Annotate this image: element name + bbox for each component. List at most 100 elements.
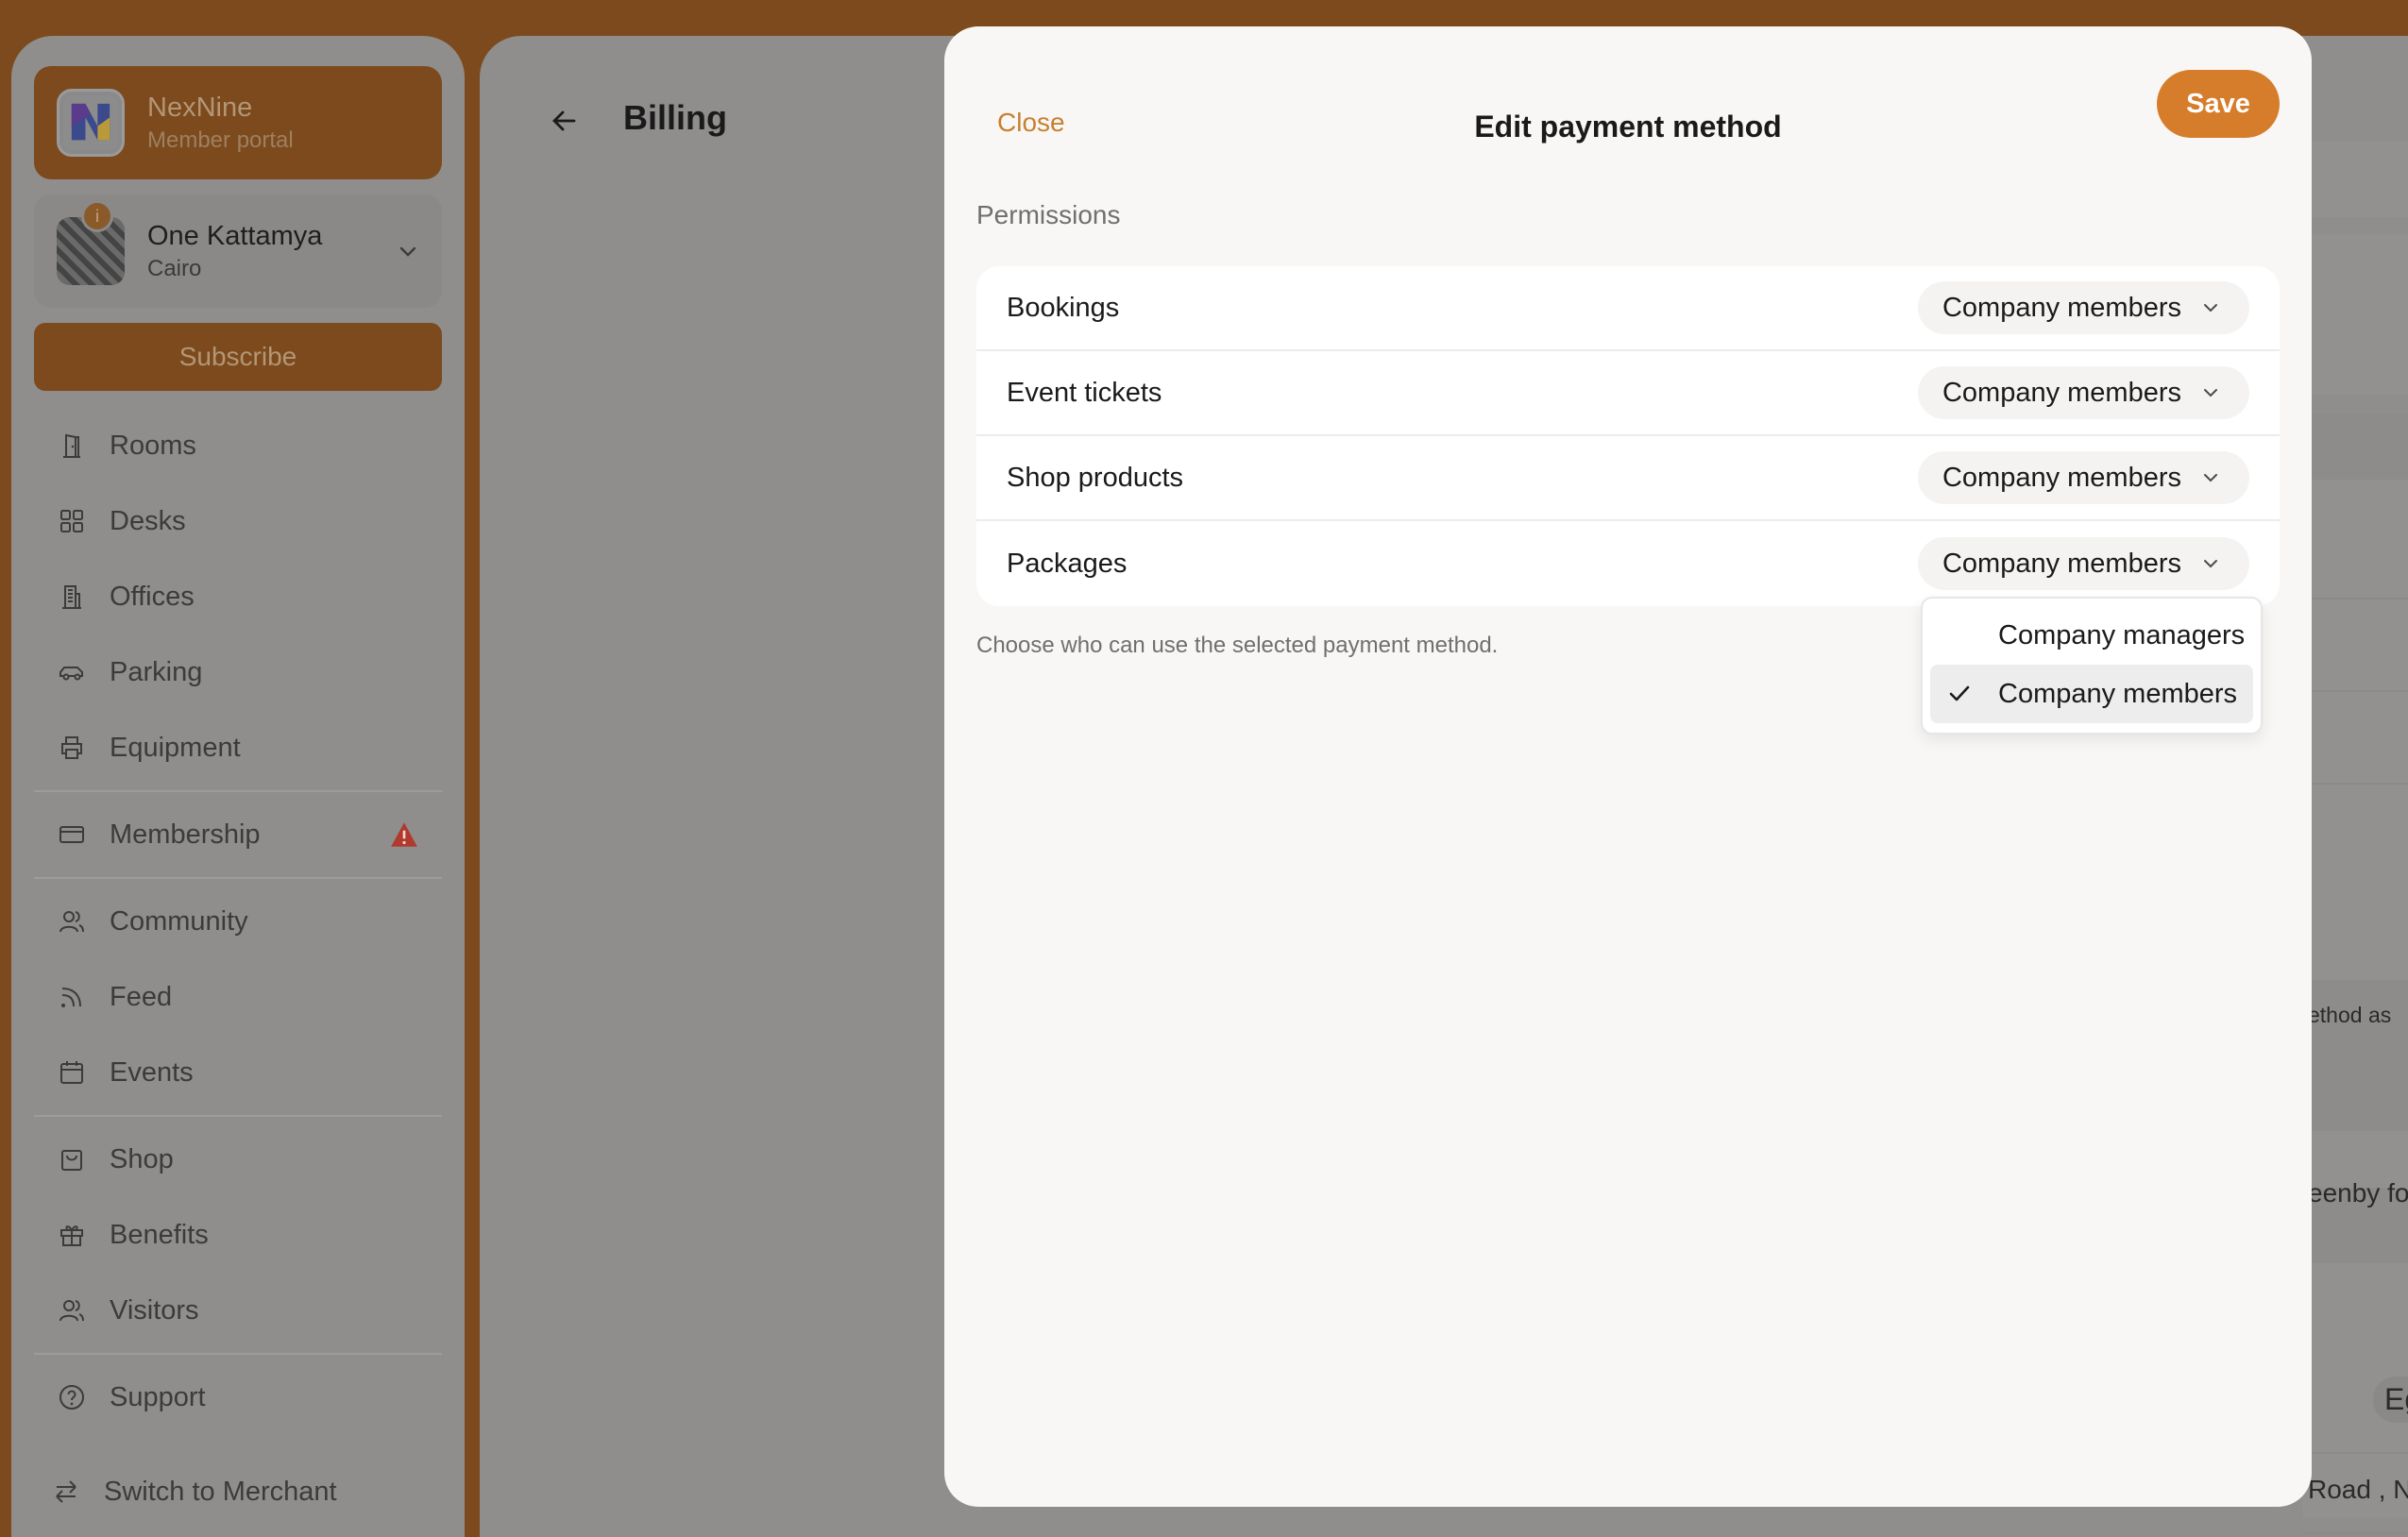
permission-select-event-tickets[interactable]: Company members [1917,366,2249,419]
grid-icon [60,510,83,532]
sidebar-item-label: Support [110,1381,206,1412]
chevron-down-icon [399,246,416,257]
edit-payment-modal: Close Edit payment method Save Permissio… [944,26,2312,1507]
brand-card[interactable]: NexNine Member portal [34,66,442,179]
permission-label: Event tickets [1007,377,1162,408]
bg-divider [2302,1452,2408,1454]
location-name: One Kattamya [147,220,323,251]
nav-divider [34,1115,442,1117]
bg-divider [2302,783,2408,785]
permission-label: Packages [1007,548,1128,579]
brand-subtitle: Member portal [147,127,294,153]
sidebar-item-label: Desks [110,505,186,536]
sidebar-item-label: Switch to Merchant [104,1476,337,1507]
save-button[interactable]: Save [2157,70,2280,138]
permission-dropdown-menu: Company managers Company members [1921,597,2263,735]
printer-icon [61,736,82,759]
sidebar-item-label: Feed [110,981,173,1012]
sidebar-item-parking[interactable]: Parking [34,634,442,710]
bg-divider [2302,690,2408,692]
sidebar-item-benefits[interactable]: Benefits [34,1197,442,1273]
bg-panel [2302,142,2408,217]
chevron-down-icon [2204,389,2217,397]
permission-row-event-tickets: Event tickets Company members [976,351,2280,436]
select-value: Company members [1942,548,2181,579]
credit-card-icon [59,826,84,843]
permission-label: Bookings [1007,292,1120,323]
sidebar-item-label: Equipment [110,732,241,763]
select-value: Company members [1942,292,2181,323]
warning-icon [391,822,417,847]
bg-text: Road , N [2308,1475,2408,1504]
car-icon [59,667,83,681]
calendar-icon [60,1061,83,1084]
chevron-down-icon [2204,304,2217,312]
sidebar-item-offices[interactable]: Offices [34,559,442,634]
sidebar-item-label: Visitors [110,1294,199,1326]
sidebar-nav: Rooms Desks Offices Parking Equipment Me… [34,408,442,1529]
section-label: Permissions [976,200,1121,229]
sidebar-item-community[interactable]: Community [34,884,442,959]
permission-select-bookings[interactable]: Company members [1917,281,2249,334]
dropdown-option-company-managers[interactable]: Company managers [1930,606,2253,665]
sidebar-item-label: Parking [110,656,203,687]
location-switcher[interactable]: i One Kattamya Cairo [34,194,442,308]
rss-icon [61,988,81,1007]
permission-row-bookings: Bookings Company members [976,266,2280,351]
nav-divider [34,877,442,879]
permission-row-packages: Packages Company members [976,521,2280,606]
help-circle-icon [59,1385,84,1410]
back-arrow-icon[interactable] [548,104,582,138]
sidebar-item-label: Events [110,1056,194,1088]
permissions-card: Bookings Company members Event tickets C… [976,266,2280,606]
checkmark-icon [1949,685,1970,701]
sidebar-item-label: Community [110,905,248,937]
bg-panel [2302,234,2408,395]
nav-divider [34,1353,442,1355]
modal-title: Edit payment method [1474,110,1782,144]
visitors-icon [59,1300,84,1322]
sidebar-item-events[interactable]: Events [34,1035,442,1110]
sidebar: NexNine Member portal i One Kattamya Cai… [11,36,465,1537]
sidebar-item-membership[interactable]: Membership [34,797,442,872]
shopping-bag-icon [61,1150,82,1171]
permission-select-packages[interactable]: Company members [1917,537,2249,590]
subscribe-button[interactable]: Subscribe [34,323,442,391]
nav-divider [34,790,442,792]
bg-text: eenby fo [2308,1178,2408,1208]
dropdown-option-company-members[interactable]: Company members [1930,665,2253,723]
sidebar-item-desks[interactable]: Desks [34,483,442,559]
bg-divider [2302,598,2408,600]
sidebar-item-label: Rooms [110,430,196,461]
brand-name: NexNine [147,92,253,123]
bg-panel [2302,414,2408,480]
location-city: Cairo [147,255,202,281]
bg-divider [2302,1532,2408,1534]
permission-select-shop-products[interactable]: Company members [1917,451,2249,504]
chevron-down-icon [2204,560,2217,568]
sidebar-item-label: Membership [110,819,261,850]
sidebar-item-label: Offices [110,581,195,612]
option-label: Company managers [1998,619,2246,650]
select-value: Company members [1942,462,2181,493]
users-icon [59,911,84,933]
sidebar-item-feed[interactable]: Feed [34,959,442,1035]
switch-arrows-icon [56,1480,76,1503]
gift-icon [60,1225,83,1246]
page-title: Billing [623,98,727,137]
select-value: Company members [1942,377,2181,408]
sidebar-item-label: Shop [110,1143,174,1174]
permission-label: Shop products [1007,462,1184,493]
sidebar-item-shop[interactable]: Shop [34,1122,442,1197]
door-icon [63,433,80,458]
sidebar-item-rooms[interactable]: Rooms [34,408,442,483]
switch-to-merchant[interactable]: Switch to Merchant [34,1454,442,1529]
brand-logo [57,89,125,157]
option-label: Company members [1998,678,2238,709]
sidebar-item-support[interactable]: Support [34,1360,442,1435]
sidebar-item-visitors[interactable]: Visitors [34,1273,442,1348]
sidebar-item-equipment[interactable]: Equipment [34,710,442,785]
bg-text: ethod as [2308,1003,2392,1027]
chevron-down-icon [2204,474,2217,482]
info-icon: i [81,200,113,232]
